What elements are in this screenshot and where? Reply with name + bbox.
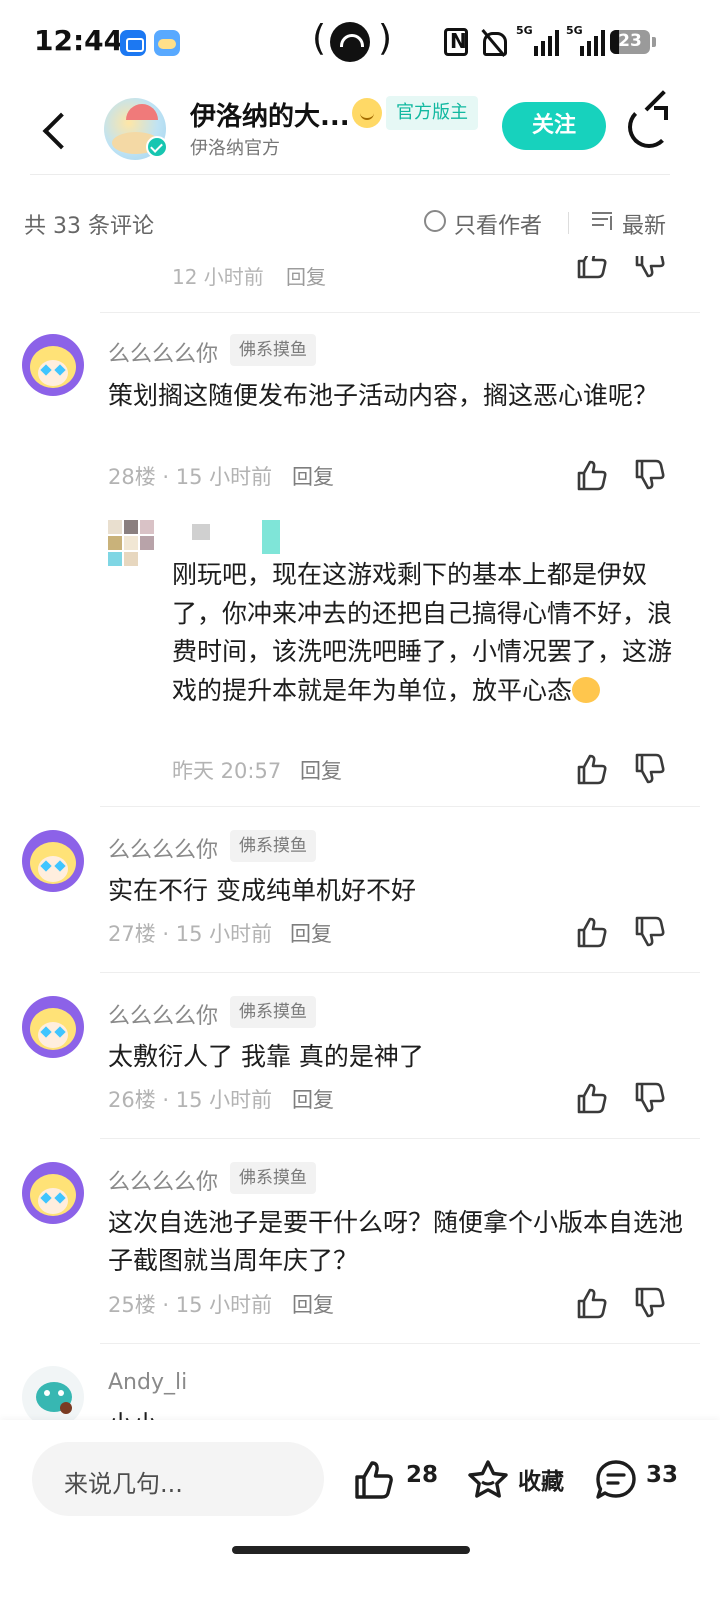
signal-icon: 5G: [516, 24, 560, 58]
comment-content[interactable]: 这次自选池子是要干什么呀？随便拿个小版本自选池子截图就当周年庆了？: [108, 1204, 688, 1280]
reply-button[interactable]: 回复: [292, 1289, 334, 1319]
avatar[interactable]: [22, 1162, 84, 1224]
reply-button[interactable]: 回复: [292, 1084, 334, 1114]
comment-count-label: 共 33 条评论: [24, 214, 154, 239]
battery-icon: 23: [610, 30, 650, 54]
emoji-icon: [572, 676, 601, 703]
reply-button[interactable]: 回复: [286, 261, 326, 290]
comment-username[interactable]: 么么么么你: [108, 998, 218, 1030]
comment-meta: 27楼 · 15 小时前: [108, 922, 273, 946]
like-button[interactable]: 28: [352, 1458, 442, 1502]
hotspot-icon: [330, 22, 370, 62]
comment-content[interactable]: 策划搁这随便发布池子活动内容，搁这恶心谁呢？: [108, 377, 688, 415]
redacted-username: [192, 524, 210, 540]
divider: [568, 212, 569, 234]
signal-icon: 5G: [566, 24, 610, 58]
home-indicator[interactable]: [232, 1546, 470, 1554]
hotspot-pill: ( ): [312, 18, 392, 66]
reply-content[interactable]: 刚玩吧，现在这游戏剩下的基本上都是伊奴了，你冲来冲去的还把自己搞得心情不好，浪费…: [172, 556, 682, 710]
star-icon: [468, 1460, 508, 1498]
reply-button[interactable]: 回复: [290, 918, 332, 948]
mute-icon: [480, 28, 507, 56]
signal-label: 5G: [516, 24, 533, 37]
comments-button[interactable]: 33: [594, 1458, 684, 1502]
battery-level: 23: [618, 31, 642, 51]
redacted-username: [262, 520, 280, 554]
comments-toolbar: 共 33 条评论 只看作者 最新: [0, 196, 720, 252]
divider: [100, 972, 700, 973]
header-divider: [30, 174, 670, 175]
author-only-label: 只看作者: [454, 214, 543, 239]
comment-icon: [596, 1460, 636, 1499]
avatar[interactable]: [22, 1366, 84, 1420]
like-icon: [355, 1461, 393, 1499]
comment-content[interactable]: 实在不行 变成纯单机好不好: [108, 872, 688, 910]
dislike-icon[interactable]: [634, 458, 666, 492]
comment-content[interactable]: 小小: [108, 1406, 688, 1420]
comment-meta: 28楼 · 15 小时前: [108, 465, 273, 489]
comment-list[interactable]: 12 小时前 回复 么么么么你 佛系摸鱼 策划搁这随便发布池子活动内容，搁这恶心…: [0, 256, 720, 1420]
dislike-icon[interactable]: [634, 256, 666, 280]
forum-title[interactable]: 伊洛纳的大...: [190, 96, 350, 133]
comment-username[interactable]: 么么么么你: [108, 336, 218, 368]
status-bar: 12:44 ( ) 5G 5G 23: [0, 0, 720, 88]
status-icons: 5G 5G 23: [444, 24, 684, 58]
reply-button[interactable]: 回复: [300, 755, 342, 785]
comment-username[interactable]: 么么么么你: [108, 1164, 218, 1196]
list-item: 12 小时前 回复: [0, 256, 720, 312]
official-moderator-badge: 官方版主: [386, 96, 478, 130]
divider: [100, 806, 700, 807]
comment-meta: 25楼 · 15 小时前: [108, 1293, 273, 1317]
comment-input-placeholder: 来说几句...: [64, 1470, 183, 1498]
like-icon[interactable]: [576, 1081, 608, 1115]
character-emoji-icon: [352, 98, 382, 128]
weather-app-icon: [154, 30, 180, 56]
verified-icon: [146, 136, 168, 158]
comment-username[interactable]: 么么么么你: [108, 832, 218, 864]
forum-subtitle: 伊洛纳官方: [190, 138, 280, 159]
reply-avatar[interactable]: [104, 518, 158, 572]
avatar[interactable]: [22, 996, 84, 1058]
status-time: 12:44: [34, 24, 124, 57]
sort-label: 最新: [622, 214, 667, 239]
comment-count: 33: [646, 1462, 679, 1488]
dislike-icon[interactable]: [634, 1286, 666, 1320]
bottom-action-bar: 来说几句... 28 收藏 33: [0, 1420, 720, 1610]
reply-button[interactable]: 回复: [292, 461, 334, 491]
sort-icon: [592, 212, 614, 230]
dislike-icon[interactable]: [634, 752, 666, 786]
divider: [100, 1343, 700, 1344]
divider: [100, 1138, 700, 1139]
app-notification-icon: [120, 30, 146, 56]
favorite-button[interactable]: 收藏: [466, 1458, 570, 1502]
comment-input[interactable]: 来说几句...: [32, 1442, 324, 1516]
avatar[interactable]: [22, 334, 84, 396]
user-tag: 佛系摸鱼: [230, 1162, 316, 1194]
like-icon[interactable]: [576, 458, 608, 492]
comment-content[interactable]: 太敷衍人了 我靠 真的是神了: [108, 1038, 688, 1076]
like-icon[interactable]: [576, 1286, 608, 1320]
comment-meta: 26楼 · 15 小时前: [108, 1088, 273, 1112]
user-tag: 佛系摸鱼: [230, 996, 316, 1028]
reply-meta: 昨天 20:57: [172, 759, 282, 783]
nfc-icon: [444, 28, 468, 56]
comment-username[interactable]: Andy_li: [108, 1370, 187, 1395]
forum-header: 伊洛纳的大... 官方版主 伊洛纳官方 关注: [0, 88, 720, 178]
favorite-label: 收藏: [518, 1469, 564, 1495]
dislike-icon[interactable]: [634, 1081, 666, 1115]
signal-label: 5G: [566, 24, 583, 37]
like-count: 28: [406, 1462, 439, 1488]
divider: [100, 312, 700, 313]
dislike-icon[interactable]: [634, 915, 666, 949]
radio-icon: [424, 210, 446, 232]
user-tag: 佛系摸鱼: [230, 830, 316, 862]
like-icon[interactable]: [576, 752, 608, 786]
back-icon[interactable]: [40, 110, 70, 150]
follow-button[interactable]: 关注: [502, 102, 606, 150]
comment-meta: 12 小时前: [172, 265, 264, 289]
like-icon[interactable]: [576, 915, 608, 949]
user-tag: 佛系摸鱼: [230, 334, 316, 366]
like-icon[interactable]: [576, 256, 608, 280]
avatar[interactable]: [22, 830, 84, 892]
